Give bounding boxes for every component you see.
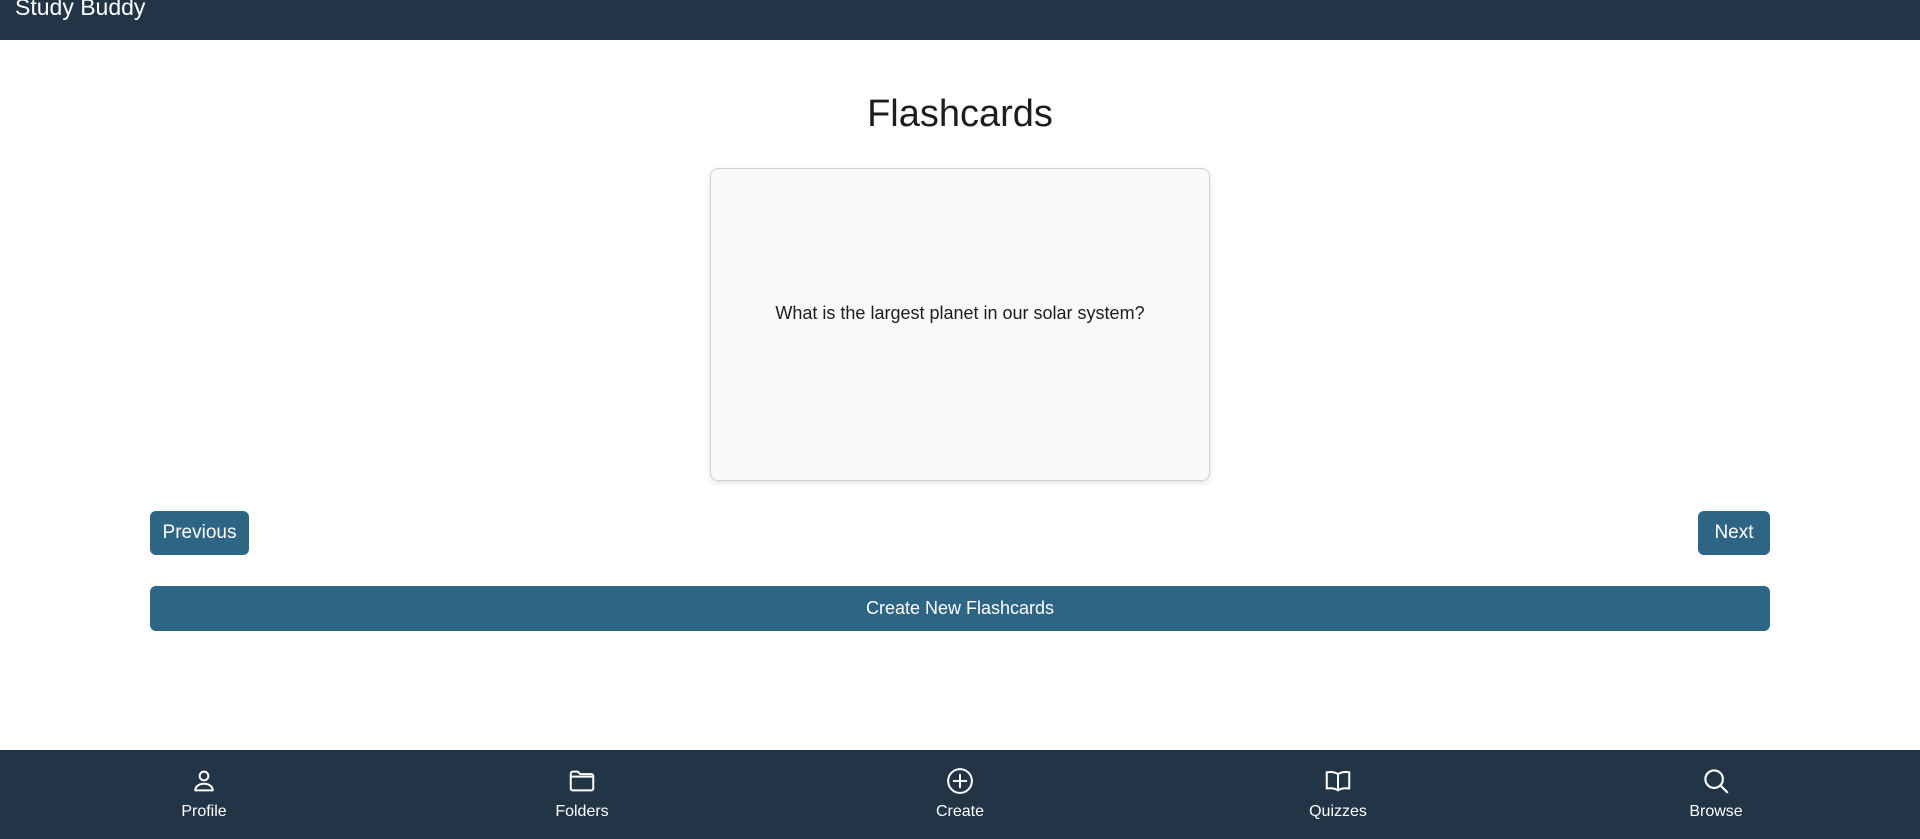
flashcard-question: What is the largest planet in our solar …: [775, 302, 1145, 323]
nav-label-folders: Folders: [555, 803, 609, 820]
brand-logo[interactable]: Study Buddy: [15, 0, 145, 22]
nav-item-create[interactable]: Create: [880, 750, 1040, 839]
person-icon: [194, 770, 214, 792]
nav-item-browse[interactable]: Browse: [1636, 750, 1796, 839]
flashcard[interactable]: What is the largest planet in our solar …: [710, 168, 1210, 481]
page-title: Flashcards: [867, 93, 1053, 135]
nav-item-folders[interactable]: Folders: [502, 750, 662, 839]
plus-circle-icon: [947, 768, 973, 794]
folder-icon: [569, 770, 595, 792]
search-icon: [1704, 769, 1729, 794]
nav-item-quizzes[interactable]: Quizzes: [1258, 750, 1418, 839]
nav-item-profile[interactable]: Profile: [124, 750, 284, 839]
book-icon: [1325, 771, 1351, 792]
nav-label-quizzes: Quizzes: [1309, 803, 1367, 820]
previous-button[interactable]: Previous: [150, 511, 249, 555]
nav-label-browse: Browse: [1689, 803, 1743, 820]
nav-label-profile: Profile: [181, 803, 227, 820]
nav-label-create: Create: [935, 803, 985, 820]
next-button[interactable]: Next: [1698, 511, 1770, 555]
create-flashcards-button[interactable]: Create New Flashcards: [150, 586, 1770, 631]
bottom-nav: Profile Folders Create Quizzes Browse: [0, 750, 1920, 839]
top-navbar: Study Buddy: [0, 0, 1920, 40]
